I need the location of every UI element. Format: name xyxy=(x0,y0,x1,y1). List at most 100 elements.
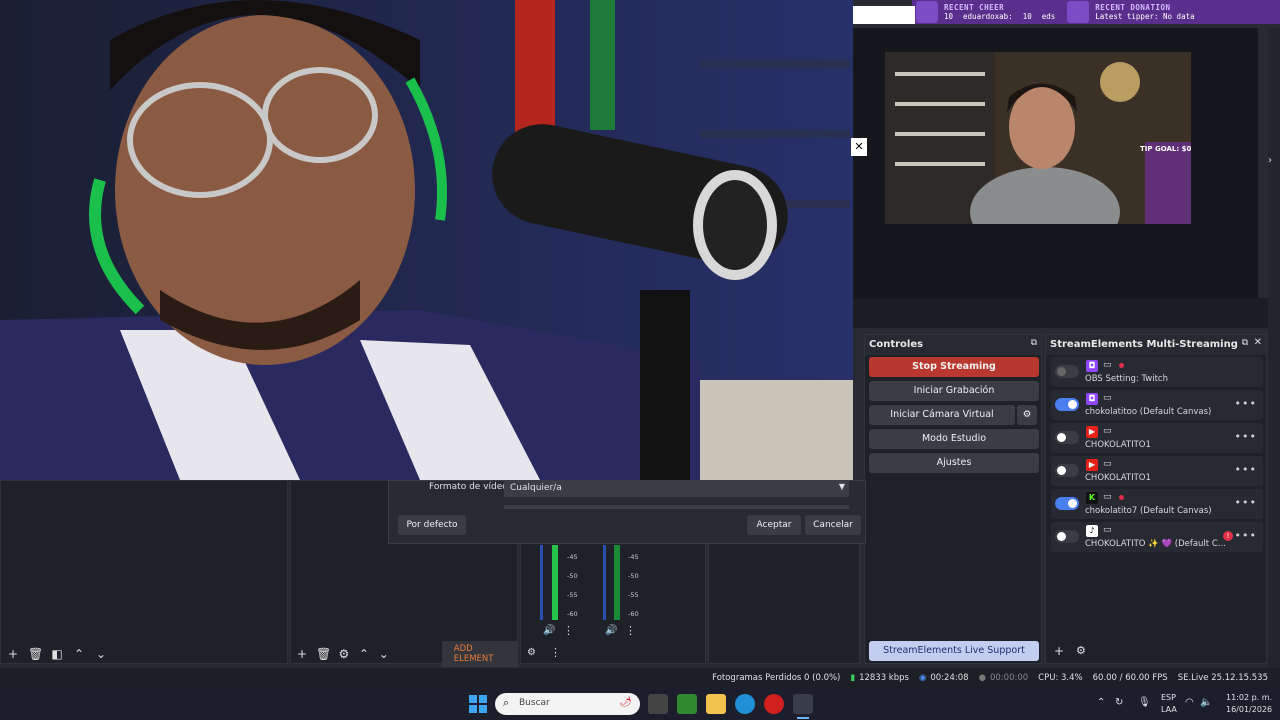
virtual-camera-settings-icon[interactable]: ⚙ xyxy=(1017,405,1037,425)
language-code[interactable]: ESP xyxy=(1161,693,1176,702)
warning-icon[interactable]: ! xyxy=(1223,531,1233,541)
live-support-button[interactable]: StreamElements Live Support xyxy=(869,641,1039,661)
streamelements-icon[interactable] xyxy=(793,694,813,714)
volume-icon[interactable]: 🔊 xyxy=(543,625,555,636)
recent-cheer: RECENT CHEER 10 eduardoxab: 10 eds xyxy=(938,3,1061,21)
studio-mode-button[interactable]: Modo Estudio xyxy=(869,429,1039,449)
monitor-icon: ▭ xyxy=(1103,360,1112,370)
move-up-icon[interactable]: ⌃ xyxy=(72,647,86,661)
wifi-icon[interactable]: ◠ xyxy=(1185,697,1194,708)
close-icon[interactable]: ✕ xyxy=(1254,337,1262,348)
meter-scale-label: -50 xyxy=(567,572,578,580)
accept-button[interactable]: Aceptar xyxy=(747,515,801,535)
settings-button[interactable]: Ajustes xyxy=(869,453,1039,473)
undock-icon[interactable]: ⧉ xyxy=(1242,338,1248,348)
start-recording-button[interactable]: Iniciar Grabación xyxy=(869,381,1039,401)
webcam-overlay xyxy=(0,0,853,480)
add-scene-icon[interactable]: + xyxy=(6,647,20,661)
destination-toggle[interactable] xyxy=(1055,530,1079,543)
more-icon[interactable]: ••• xyxy=(1235,430,1257,443)
scenes-toolbar: + 🗑 ◧ ⌃ ⌄ xyxy=(0,642,288,666)
add-source-icon[interactable]: + xyxy=(296,647,308,661)
destination-row[interactable]: ◘ ▭ chokolatitoo (Default Canvas) ••• xyxy=(1051,390,1263,420)
gear-icon[interactable]: ⚙ xyxy=(338,647,350,661)
donation-badge-icon xyxy=(1067,1,1090,23)
streamer-preview-image: TIP GOAL: $0/$100 xyxy=(885,52,1191,224)
destination-row[interactable]: ▶ ▭ CHOKOLATITO1 ••• xyxy=(1051,456,1263,486)
clock-time[interactable]: 11:02 p. m. xyxy=(1226,693,1272,702)
meter-scale-label: -55 xyxy=(567,591,578,599)
taskbar-search[interactable]: ⌕ Buscar 🌶 xyxy=(495,693,640,715)
close-icon[interactable]: ✕ xyxy=(851,138,867,156)
audio-menu-icon[interactable]: ⋮ xyxy=(625,624,636,637)
right-scrollbar[interactable] xyxy=(1268,28,1280,668)
destination-row[interactable]: ♪ ▭ CHOKOLATITO ✨ 💜 (Default C... ! ••• xyxy=(1051,522,1263,552)
audio-meter xyxy=(603,545,606,620)
trash-icon[interactable]: 🗑 xyxy=(28,647,43,661)
more-icon[interactable]: ••• xyxy=(1235,397,1257,410)
volume-icon[interactable]: 🔈 xyxy=(1200,697,1212,708)
edge-icon[interactable] xyxy=(735,694,755,714)
signal-icon: ▮ xyxy=(850,673,856,683)
microphone-icon[interactable]: 🎙 xyxy=(1138,697,1151,708)
donation-text: Latest tipper: No data xyxy=(1095,12,1195,21)
add-element-button[interactable]: ADD ELEMENT xyxy=(441,641,519,667)
audio-mixer-menu-icon[interactable]: ⋮ xyxy=(550,646,561,659)
move-down-icon[interactable]: ⌄ xyxy=(378,647,390,661)
clock-date[interactable]: 16/01/2026 xyxy=(1226,705,1272,714)
gear-icon[interactable]: ⚙ xyxy=(1076,644,1086,657)
monitor-icon: ▭ xyxy=(1103,492,1112,502)
more-icon[interactable]: ••• xyxy=(1235,496,1257,509)
task-view-icon[interactable] xyxy=(648,694,668,714)
file-explorer-icon[interactable] xyxy=(706,694,726,714)
destination-label: CHOKOLATITO1 xyxy=(1085,473,1151,483)
stop-streaming-button[interactable]: Stop Streaming xyxy=(869,357,1039,377)
destination-toggle[interactable] xyxy=(1055,431,1079,444)
bitrate: 12833 kbps xyxy=(859,673,909,683)
destination-toggle[interactable] xyxy=(1055,497,1079,510)
cheer-suffix: eds xyxy=(1041,12,1056,21)
twitch-icon: ◘ xyxy=(1086,393,1098,405)
chevron-right-icon[interactable]: › xyxy=(1268,155,1272,166)
destination-toggle[interactable] xyxy=(1055,398,1079,411)
video-format-select[interactable]: Cualquier/a ▼ xyxy=(504,481,849,497)
virtual-camera-button[interactable]: Iniciar Cámara Virtual xyxy=(869,405,1015,425)
destination-toggle[interactable] xyxy=(1055,464,1079,477)
audio-settings-icon[interactable]: ⚙ xyxy=(527,647,536,658)
more-icon[interactable]: ••• xyxy=(1235,529,1257,542)
meter-scale-label: -45 xyxy=(567,553,578,561)
chili-icon: 🌶 xyxy=(619,697,632,708)
destination-toggle[interactable] xyxy=(1055,365,1079,378)
controls-dock: Controles ⧉ Stop Streaming Iniciar Graba… xyxy=(864,334,1042,664)
windows-start-icon[interactable] xyxy=(468,694,488,714)
properties-dialog: Formato de vídeo Cualquier/a ▼ Por defec… xyxy=(388,480,866,544)
cancel-button[interactable]: Cancelar xyxy=(805,515,861,535)
add-destination-icon[interactable]: + xyxy=(1054,644,1064,658)
audio-menu-icon[interactable]: ⋮ xyxy=(563,624,574,637)
status-bar: Fotogramas Perdidos 0 (0.0%) ▮ 12833 kbp… xyxy=(0,668,1280,688)
audio-meter xyxy=(614,545,620,620)
webcam-image xyxy=(0,0,853,480)
filter-icon[interactable]: ◧ xyxy=(50,647,64,661)
alerts-bar: RECENT CHEER 10 eduardoxab: 10 eds RECEN… xyxy=(912,0,1280,24)
audio-meter xyxy=(540,545,543,620)
monitor-icon: ▭ xyxy=(1103,426,1112,436)
keyboard-region[interactable]: LAA xyxy=(1161,705,1177,714)
undock-icon[interactable]: ⧉ xyxy=(1031,338,1037,348)
opera-icon[interactable] xyxy=(764,694,784,714)
multistream-title: StreamElements Multi-Streaming xyxy=(1046,335,1266,355)
minecraft-icon[interactable] xyxy=(677,694,697,714)
active-indicator xyxy=(797,717,809,719)
destination-row[interactable]: K ▭ chokolatito7 (Default Canvas) ••• xyxy=(1051,489,1263,519)
destination-row[interactable]: ◘ ▭ OBS Setting: Twitch xyxy=(1051,357,1263,387)
move-down-icon[interactable]: ⌄ xyxy=(94,647,108,661)
trash-icon[interactable]: 🗑 xyxy=(316,647,331,661)
default-button[interactable]: Por defecto xyxy=(398,515,466,535)
destination-row[interactable]: ▶ ▭ CHOKOLATITO1 ••• xyxy=(1051,423,1263,453)
sources-toolbar: + 🗑 ⚙ ⌃ ⌄ ADD ELEMENT xyxy=(290,641,519,667)
more-icon[interactable]: ••• xyxy=(1235,463,1257,476)
chevron-up-icon[interactable]: ⌃ xyxy=(1097,697,1105,708)
sync-icon[interactable]: ↻ xyxy=(1115,697,1123,708)
volume-icon[interactable]: 🔊 xyxy=(605,625,617,636)
move-up-icon[interactable]: ⌃ xyxy=(358,647,370,661)
